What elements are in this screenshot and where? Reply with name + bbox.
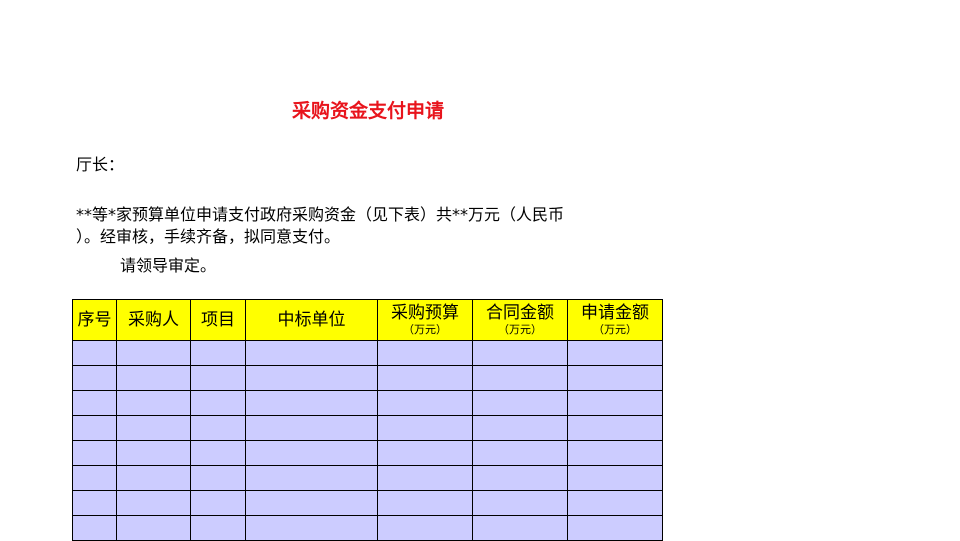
table-cell[interactable] — [72, 440, 117, 466]
table-cell[interactable] — [472, 515, 568, 541]
table-cell[interactable] — [72, 465, 117, 491]
table-cell[interactable] — [377, 465, 473, 491]
table-cell[interactable] — [190, 390, 246, 416]
table-cell[interactable] — [245, 515, 378, 541]
table-body — [72, 340, 663, 541]
table-cell[interactable] — [190, 490, 246, 516]
table-cell[interactable] — [116, 440, 191, 466]
table-cell[interactable] — [72, 365, 117, 391]
column-header-unit: （万元） — [403, 323, 447, 336]
table-header-row: 序号 采购人 项目 中标单位 采购预算 （万元） 合同金额 （万元） 申请金额 （万元… — [72, 299, 663, 341]
table-cell[interactable] — [190, 515, 246, 541]
table-cell[interactable] — [567, 390, 663, 416]
table-row — [72, 340, 663, 366]
column-header-purchaser: 采购人 — [116, 299, 191, 341]
column-header-unit: （万元） — [593, 323, 637, 336]
table-cell[interactable] — [245, 490, 378, 516]
request-text-line-1: **等*家预算单位申请支付政府采购资金（见下表）共**万元（人民币 — [76, 205, 565, 224]
table-cell[interactable] — [377, 490, 473, 516]
table-cell[interactable] — [472, 340, 568, 366]
salutation: 厅长： — [76, 155, 125, 174]
column-header-label: 序号 — [77, 309, 112, 330]
column-header-winning-bidder: 中标单位 — [245, 299, 378, 341]
column-header-label: 采购人 — [128, 309, 179, 330]
table-cell[interactable] — [472, 390, 568, 416]
request-text-line-3: 请领导审定。 — [120, 256, 217, 275]
table-cell[interactable] — [72, 490, 117, 516]
table-cell[interactable] — [116, 340, 191, 366]
table-cell[interactable] — [567, 365, 663, 391]
table-cell[interactable] — [116, 365, 191, 391]
table-row — [72, 490, 663, 516]
table-row — [72, 415, 663, 441]
request-text-line-2: ）。经审核，手续齐备，拟同意支付。 — [76, 227, 341, 246]
table-cell[interactable] — [190, 465, 246, 491]
column-header-label: 采购预算 — [391, 303, 459, 323]
table-cell[interactable] — [190, 340, 246, 366]
table-row — [72, 365, 663, 391]
table-cell[interactable] — [567, 415, 663, 441]
table-row — [72, 390, 663, 416]
table-cell[interactable] — [190, 365, 246, 391]
table-cell[interactable] — [472, 365, 568, 391]
column-header-label: 合同金额 — [486, 303, 554, 323]
table-cell[interactable] — [472, 440, 568, 466]
table-cell[interactable] — [377, 340, 473, 366]
column-header-unit: （万元） — [498, 323, 542, 336]
table-cell[interactable] — [567, 465, 663, 491]
column-header-requested-amount: 申请金额 （万元） — [567, 299, 663, 341]
payment-table: 序号 采购人 项目 中标单位 采购预算 （万元） 合同金额 （万元） 申请金额 （万元… — [72, 299, 663, 541]
table-row — [72, 465, 663, 491]
table-cell[interactable] — [116, 490, 191, 516]
document-title: 采购资金支付申请 — [291, 100, 444, 122]
table-cell[interactable] — [245, 440, 378, 466]
column-header-label: 申请金额 — [581, 303, 649, 323]
table-cell[interactable] — [377, 415, 473, 441]
table-cell[interactable] — [72, 340, 117, 366]
table-cell[interactable] — [116, 390, 191, 416]
table-cell[interactable] — [245, 415, 378, 441]
table-row — [72, 440, 663, 466]
table-cell[interactable] — [116, 515, 191, 541]
table-cell[interactable] — [245, 465, 378, 491]
table-cell[interactable] — [567, 440, 663, 466]
table-cell[interactable] — [567, 515, 663, 541]
table-row — [72, 515, 663, 541]
column-header-label: 项目 — [201, 309, 235, 330]
column-header-label: 中标单位 — [277, 309, 346, 330]
table-cell[interactable] — [472, 415, 568, 441]
table-cell[interactable] — [116, 465, 191, 491]
table-cell[interactable] — [72, 390, 117, 416]
table-cell[interactable] — [377, 440, 473, 466]
table-cell[interactable] — [116, 415, 191, 441]
column-header-project: 项目 — [190, 299, 246, 341]
table-cell[interactable] — [190, 415, 246, 441]
table-cell[interactable] — [190, 440, 246, 466]
column-header-index: 序号 — [72, 299, 117, 341]
table-cell[interactable] — [245, 365, 378, 391]
table-cell[interactable] — [377, 365, 473, 391]
table-cell[interactable] — [567, 340, 663, 366]
table-cell[interactable] — [472, 465, 568, 491]
table-cell[interactable] — [72, 515, 117, 541]
table-cell[interactable] — [377, 390, 473, 416]
table-cell[interactable] — [72, 415, 117, 441]
table-cell[interactable] — [472, 490, 568, 516]
table-cell[interactable] — [567, 490, 663, 516]
column-header-contract-amount: 合同金额 （万元） — [472, 299, 568, 341]
table-cell[interactable] — [245, 390, 378, 416]
table-cell[interactable] — [377, 515, 473, 541]
table-cell[interactable] — [245, 340, 378, 366]
column-header-budget: 采购预算 （万元） — [377, 299, 473, 341]
